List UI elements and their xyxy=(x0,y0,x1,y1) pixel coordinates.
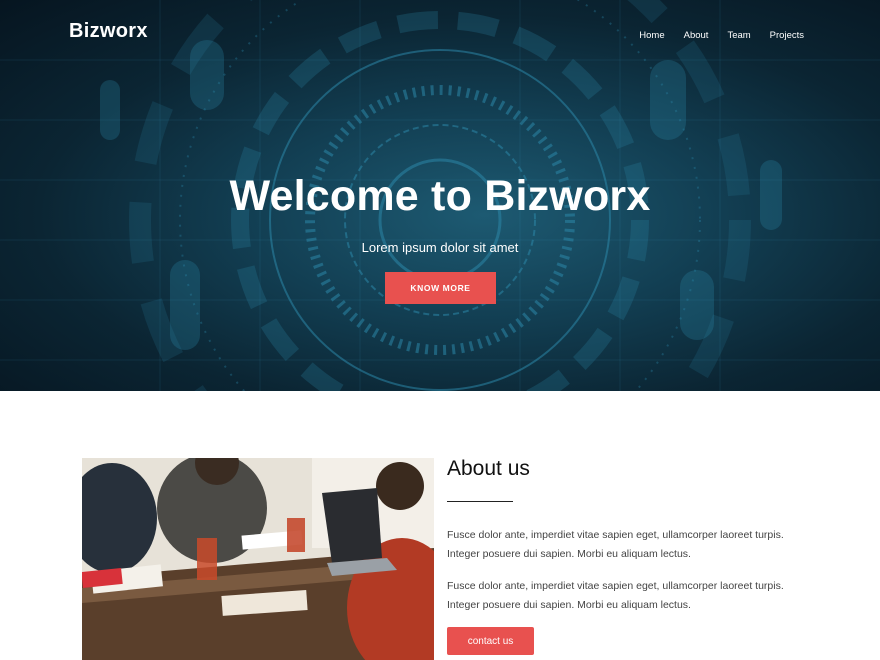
hero-subtitle: Lorem ipsum dolor sit amet xyxy=(361,240,519,255)
hero-title: Welcome to Bizworx xyxy=(229,172,651,220)
nav-link-projects[interactable]: Projects xyxy=(770,30,804,41)
team-meeting-illustration xyxy=(82,458,434,660)
nav-link-team[interactable]: Team xyxy=(727,30,750,41)
know-more-button[interactable]: KNOW MORE xyxy=(385,272,496,304)
main-nav: Home About Team Projects xyxy=(620,30,804,41)
about-title: About us xyxy=(447,457,530,480)
contact-us-button[interactable]: contact us xyxy=(447,627,534,655)
nav-link-about[interactable]: About xyxy=(684,30,709,41)
hero-banner: Bizworx Home About Team Projects Welcome… xyxy=(0,0,880,391)
about-paragraph-1: Fusce dolor ante, imperdiet vitae sapien… xyxy=(447,529,784,560)
about-divider xyxy=(447,501,513,502)
about-paragraph-2: Fusce dolor ante, imperdiet vitae sapien… xyxy=(447,580,784,611)
team-meeting-photo xyxy=(82,458,434,660)
brand-logo[interactable]: Bizworx xyxy=(69,20,148,43)
nav-link-home[interactable]: Home xyxy=(639,30,664,41)
